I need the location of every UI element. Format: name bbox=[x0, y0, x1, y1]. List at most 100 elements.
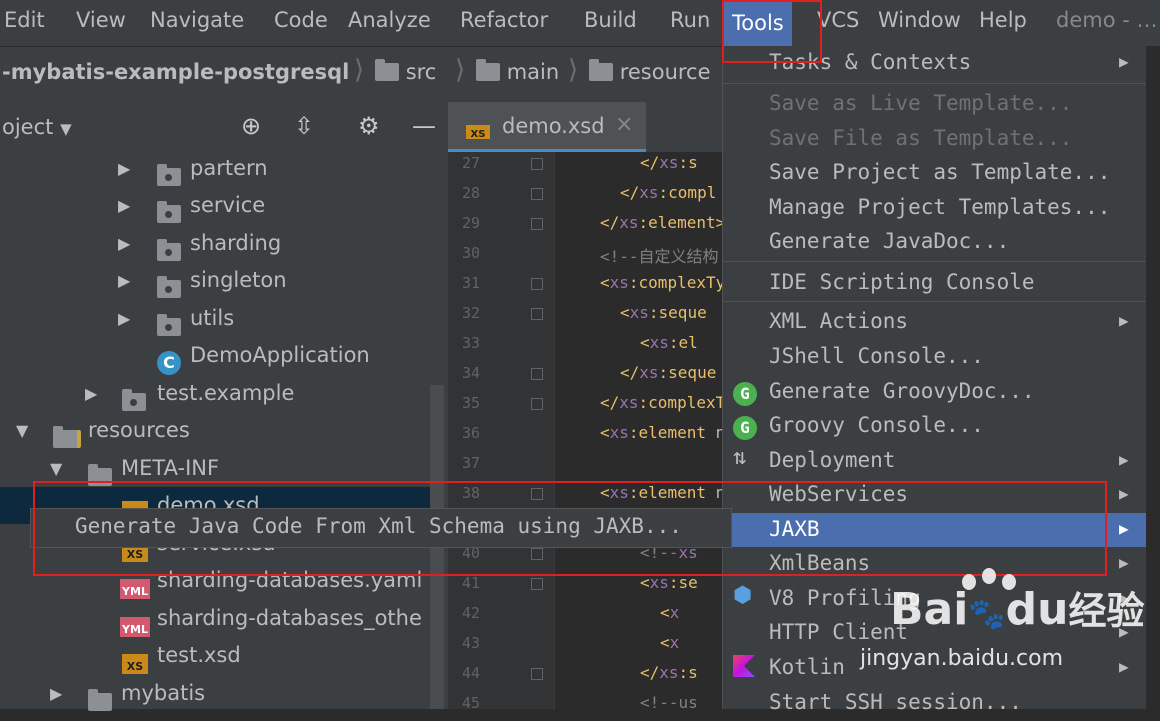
menu-divider bbox=[723, 301, 1147, 302]
collapse-arrow-icon[interactable]: ▼ bbox=[50, 450, 62, 487]
menu-item-deployment[interactable]: ⇅ Deployment ▶ bbox=[723, 444, 1147, 478]
fold-marker-icon[interactable] bbox=[531, 218, 543, 230]
line-number: 45 bbox=[461, 694, 480, 712]
folder-icon bbox=[375, 59, 399, 81]
menu-vcs[interactable]: VCS bbox=[817, 8, 859, 32]
fold-marker-icon[interactable] bbox=[531, 368, 543, 380]
menu-tools[interactable]: Tools bbox=[724, 0, 792, 46]
fold-marker-icon[interactable] bbox=[531, 278, 543, 290]
collapse-arrow-icon[interactable]: ▼ bbox=[16, 412, 28, 449]
tree-item-sharding-databases-yaml[interactable]: YML sharding-databases.yaml bbox=[0, 562, 430, 599]
menu-code[interactable]: Code bbox=[274, 8, 328, 32]
tree-item-service[interactable]: ▶ service bbox=[0, 187, 430, 224]
project-title: oject bbox=[2, 115, 54, 139]
menu-item-save-project-template[interactable]: Save Project as Template... bbox=[723, 156, 1147, 190]
tree-item-resources[interactable]: ▼ resources bbox=[0, 412, 430, 449]
code-line: </xs:compl bbox=[620, 183, 717, 202]
expand-arrow-icon[interactable]: ▶ bbox=[118, 150, 130, 187]
line-number: 36 bbox=[461, 424, 480, 442]
expand-arrow-icon[interactable]: ▶ bbox=[118, 300, 130, 337]
fold-marker-icon[interactable] bbox=[531, 548, 543, 560]
tree-item-singleton[interactable]: ▶ singleton bbox=[0, 262, 430, 299]
menu-item-xmlbeans[interactable]: XmlBeans ▶ bbox=[723, 547, 1147, 581]
menu-item-label: Groovy Console... bbox=[769, 413, 984, 437]
submenu-arrow-icon: ▶ bbox=[1119, 52, 1129, 71]
menu-edit[interactable]: Edit bbox=[4, 8, 45, 32]
expand-arrow-icon[interactable]: ▶ bbox=[118, 262, 130, 299]
fold-marker-icon[interactable] bbox=[531, 158, 543, 170]
menu-item-label: XmlBeans bbox=[769, 551, 871, 575]
tree-item-label: resources bbox=[88, 418, 190, 442]
menu-help[interactable]: Help bbox=[979, 8, 1027, 32]
close-icon[interactable]: × bbox=[615, 112, 633, 137]
menu-view[interactable]: View bbox=[76, 8, 126, 32]
groovy-icon: G bbox=[733, 416, 757, 440]
expand-arrow-icon[interactable]: ▶ bbox=[50, 675, 62, 712]
menu-item-generate-java-from-xml-schema[interactable]: Generate Java Code From Xml Schema using… bbox=[75, 514, 682, 538]
menu-item-tasks-contexts[interactable]: Tasks & Contexts ▶ bbox=[723, 46, 1147, 80]
tree-item-demoapplication[interactable]: C DemoApplication bbox=[0, 337, 430, 375]
jaxb-submenu: Generate Java Code From Xml Schema using… bbox=[30, 508, 732, 548]
line-number: 30 bbox=[461, 244, 480, 262]
tree-item-test-example[interactable]: ▶ test.example bbox=[0, 375, 430, 412]
menu-item-generate-groovydoc[interactable]: G Generate GroovyDoc... bbox=[723, 375, 1147, 409]
breadcrumb-main[interactable]: main bbox=[476, 59, 559, 84]
menu-item-ide-scripting-console[interactable]: IDE Scripting Console bbox=[723, 266, 1147, 300]
menu-item-webservices[interactable]: WebServices ▶ bbox=[723, 478, 1147, 512]
fold-marker-icon[interactable] bbox=[531, 668, 543, 680]
menu-run[interactable]: Run bbox=[670, 8, 710, 32]
menu-item-jaxb[interactable]: JAXB ▶ bbox=[723, 513, 1147, 547]
yml-file-icon: YML bbox=[120, 579, 150, 599]
menu-navigate[interactable]: Navigate bbox=[150, 8, 244, 32]
menu-item-groovy-console[interactable]: G Groovy Console... bbox=[723, 409, 1147, 443]
menu-item-xml-actions[interactable]: XML Actions ▶ bbox=[723, 305, 1147, 339]
hide-icon[interactable]: — bbox=[412, 112, 436, 140]
menu-item-label: JShell Console... bbox=[769, 344, 984, 368]
code-line: </xs:seque bbox=[620, 363, 717, 382]
fold-marker-icon[interactable] bbox=[531, 398, 543, 410]
menu-item-manage-project-templates[interactable]: Manage Project Templates... bbox=[723, 191, 1147, 225]
tree-item-utils[interactable]: ▶ utils bbox=[0, 300, 430, 337]
collapse-all-icon[interactable]: ⇳ bbox=[294, 112, 314, 140]
tree-item-sharding-databases-other[interactable]: YML sharding-databases_othe bbox=[0, 600, 430, 637]
xsd-file-icon: XS bbox=[122, 654, 148, 674]
menu-item-generate-javadoc[interactable]: Generate JavaDoc... bbox=[723, 225, 1147, 259]
gear-icon[interactable]: ⚙ bbox=[358, 112, 380, 140]
menu-window[interactable]: Window bbox=[878, 8, 961, 32]
tree-item-label: singleton bbox=[190, 268, 287, 292]
tab-demo-xsd[interactable]: XS demo.xsd × bbox=[448, 102, 646, 152]
locate-icon[interactable]: ⊕ bbox=[241, 112, 261, 140]
menu-item-jshell-console[interactable]: JShell Console... bbox=[723, 340, 1147, 374]
fold-marker-icon[interactable] bbox=[531, 308, 543, 320]
line-number: 28 bbox=[461, 184, 480, 202]
menu-analyze[interactable]: Analyze bbox=[348, 8, 431, 32]
line-number: 29 bbox=[461, 214, 480, 232]
yml-file-icon: YML bbox=[120, 617, 150, 637]
expand-arrow-icon[interactable]: ▶ bbox=[85, 375, 97, 412]
tree-item-test-xsd[interactable]: XS test.xsd bbox=[0, 637, 430, 674]
tree-item-meta-inf[interactable]: ▼ META-INF bbox=[0, 450, 430, 487]
breadcrumb-resources[interactable]: resource bbox=[589, 59, 711, 84]
line-number: 33 bbox=[461, 334, 480, 352]
tree-item-sharding[interactable]: ▶ sharding bbox=[0, 225, 430, 262]
tree-item-mybatis[interactable]: ▶ mybatis bbox=[0, 675, 430, 712]
code-line: <x bbox=[660, 603, 680, 622]
menu-build[interactable]: Build bbox=[584, 8, 637, 32]
menu-item-label: Save File as Template... bbox=[769, 126, 1073, 150]
menu-item-label: Tasks & Contexts bbox=[769, 50, 972, 74]
breadcrumb-resources-label: resource bbox=[619, 60, 711, 84]
fold-marker-icon[interactable] bbox=[531, 188, 543, 200]
code-line: <xs:el bbox=[640, 333, 698, 352]
fold-marker-icon[interactable] bbox=[531, 578, 543, 590]
expand-arrow-icon[interactable]: ▶ bbox=[118, 187, 130, 224]
breadcrumb-separator-icon: ⟩ bbox=[568, 55, 579, 85]
menu-item-start-ssh-session[interactable]: Start SSH session... bbox=[723, 686, 1147, 720]
breadcrumb-src[interactable]: src bbox=[375, 59, 436, 84]
breadcrumb-project[interactable]: -mybatis-example-postgresql bbox=[2, 60, 349, 84]
breadcrumb-separator-icon: ⟩ bbox=[354, 55, 365, 85]
menu-refactor[interactable]: Refactor bbox=[460, 8, 548, 32]
fold-marker-icon[interactable] bbox=[531, 488, 543, 500]
project-view-selector[interactable]: oject ▼ bbox=[2, 115, 72, 139]
tree-item-partern[interactable]: ▶ partern bbox=[0, 150, 430, 187]
expand-arrow-icon[interactable]: ▶ bbox=[118, 225, 130, 262]
